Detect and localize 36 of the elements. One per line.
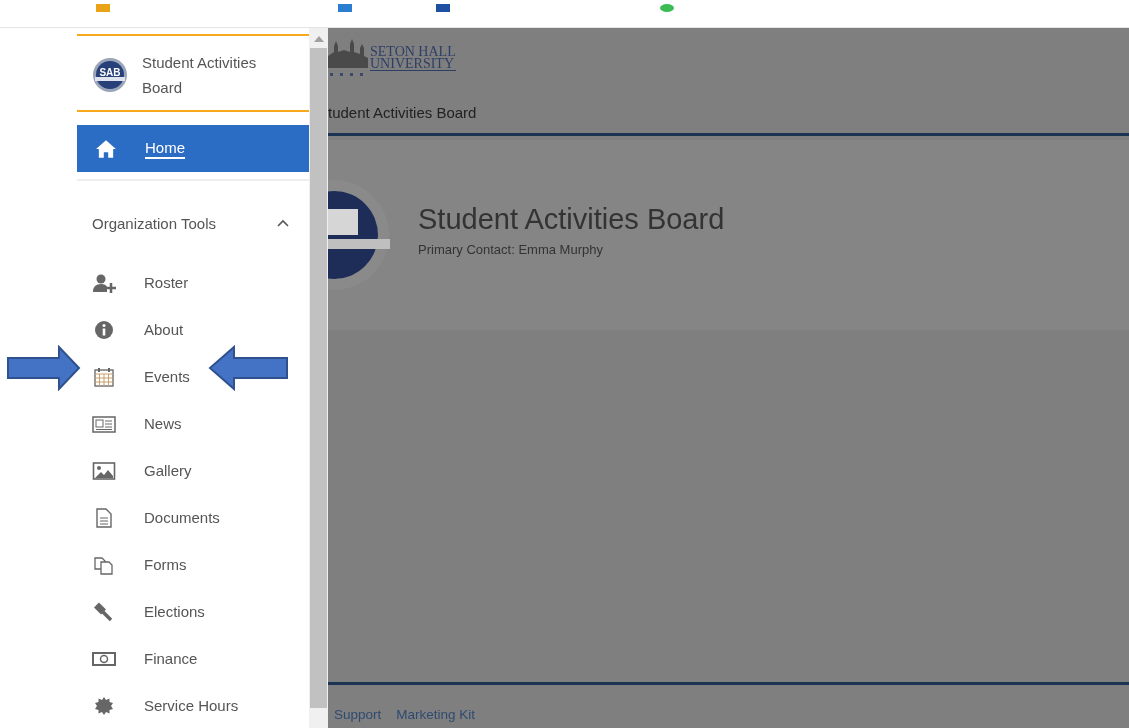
building-icon [328,38,368,76]
scrollbar[interactable] [309,28,328,728]
organization-title: tudent Activities Board [328,104,478,121]
scrollbar-thumb[interactable] [310,48,327,708]
primary-contact: Primary Contact: Emma Murphy [418,242,604,257]
home-link[interactable]: Home [77,125,309,172]
roster-icon [92,272,116,293]
bookmark-icon[interactable] [660,4,674,12]
organization-name: Student Activities Board [142,53,258,98]
nav-item[interactable]: About [77,306,309,353]
home-icon [95,138,117,159]
nav-item[interactable]: News [77,400,309,447]
nav-item[interactable]: Service Hours [77,682,309,728]
arrow-icon [7,345,81,391]
logo-icon: SAB [92,57,128,93]
service-icon [92,695,116,716]
nav-item[interactable]: Roster [77,259,309,306]
nav-item[interactable]: Elections [77,588,309,635]
events-icon [92,366,116,387]
organization-heading: Student Activities Board [418,203,725,236]
bookmark-icon[interactable] [338,4,352,12]
forms-icon [92,554,116,575]
gallery-icon [92,460,116,481]
nav-item[interactable]: Forms [77,541,309,588]
nav-item[interactable]: Gallery [77,447,309,494]
chevron-icon [277,219,289,227]
bookmark-icon[interactable] [436,4,450,12]
arrow-icon [208,345,288,391]
nav-item[interactable]: Documents [77,494,309,541]
about-icon [92,319,116,340]
university-name: SETON HALL UNIVERSITY [370,38,456,71]
nav-item[interactable]: Finance [77,635,309,682]
bookmark-icon[interactable] [96,4,110,12]
scroll-up-icon[interactable] [313,36,324,42]
nav-item[interactable]: Events [77,353,309,400]
news-icon [92,413,116,434]
